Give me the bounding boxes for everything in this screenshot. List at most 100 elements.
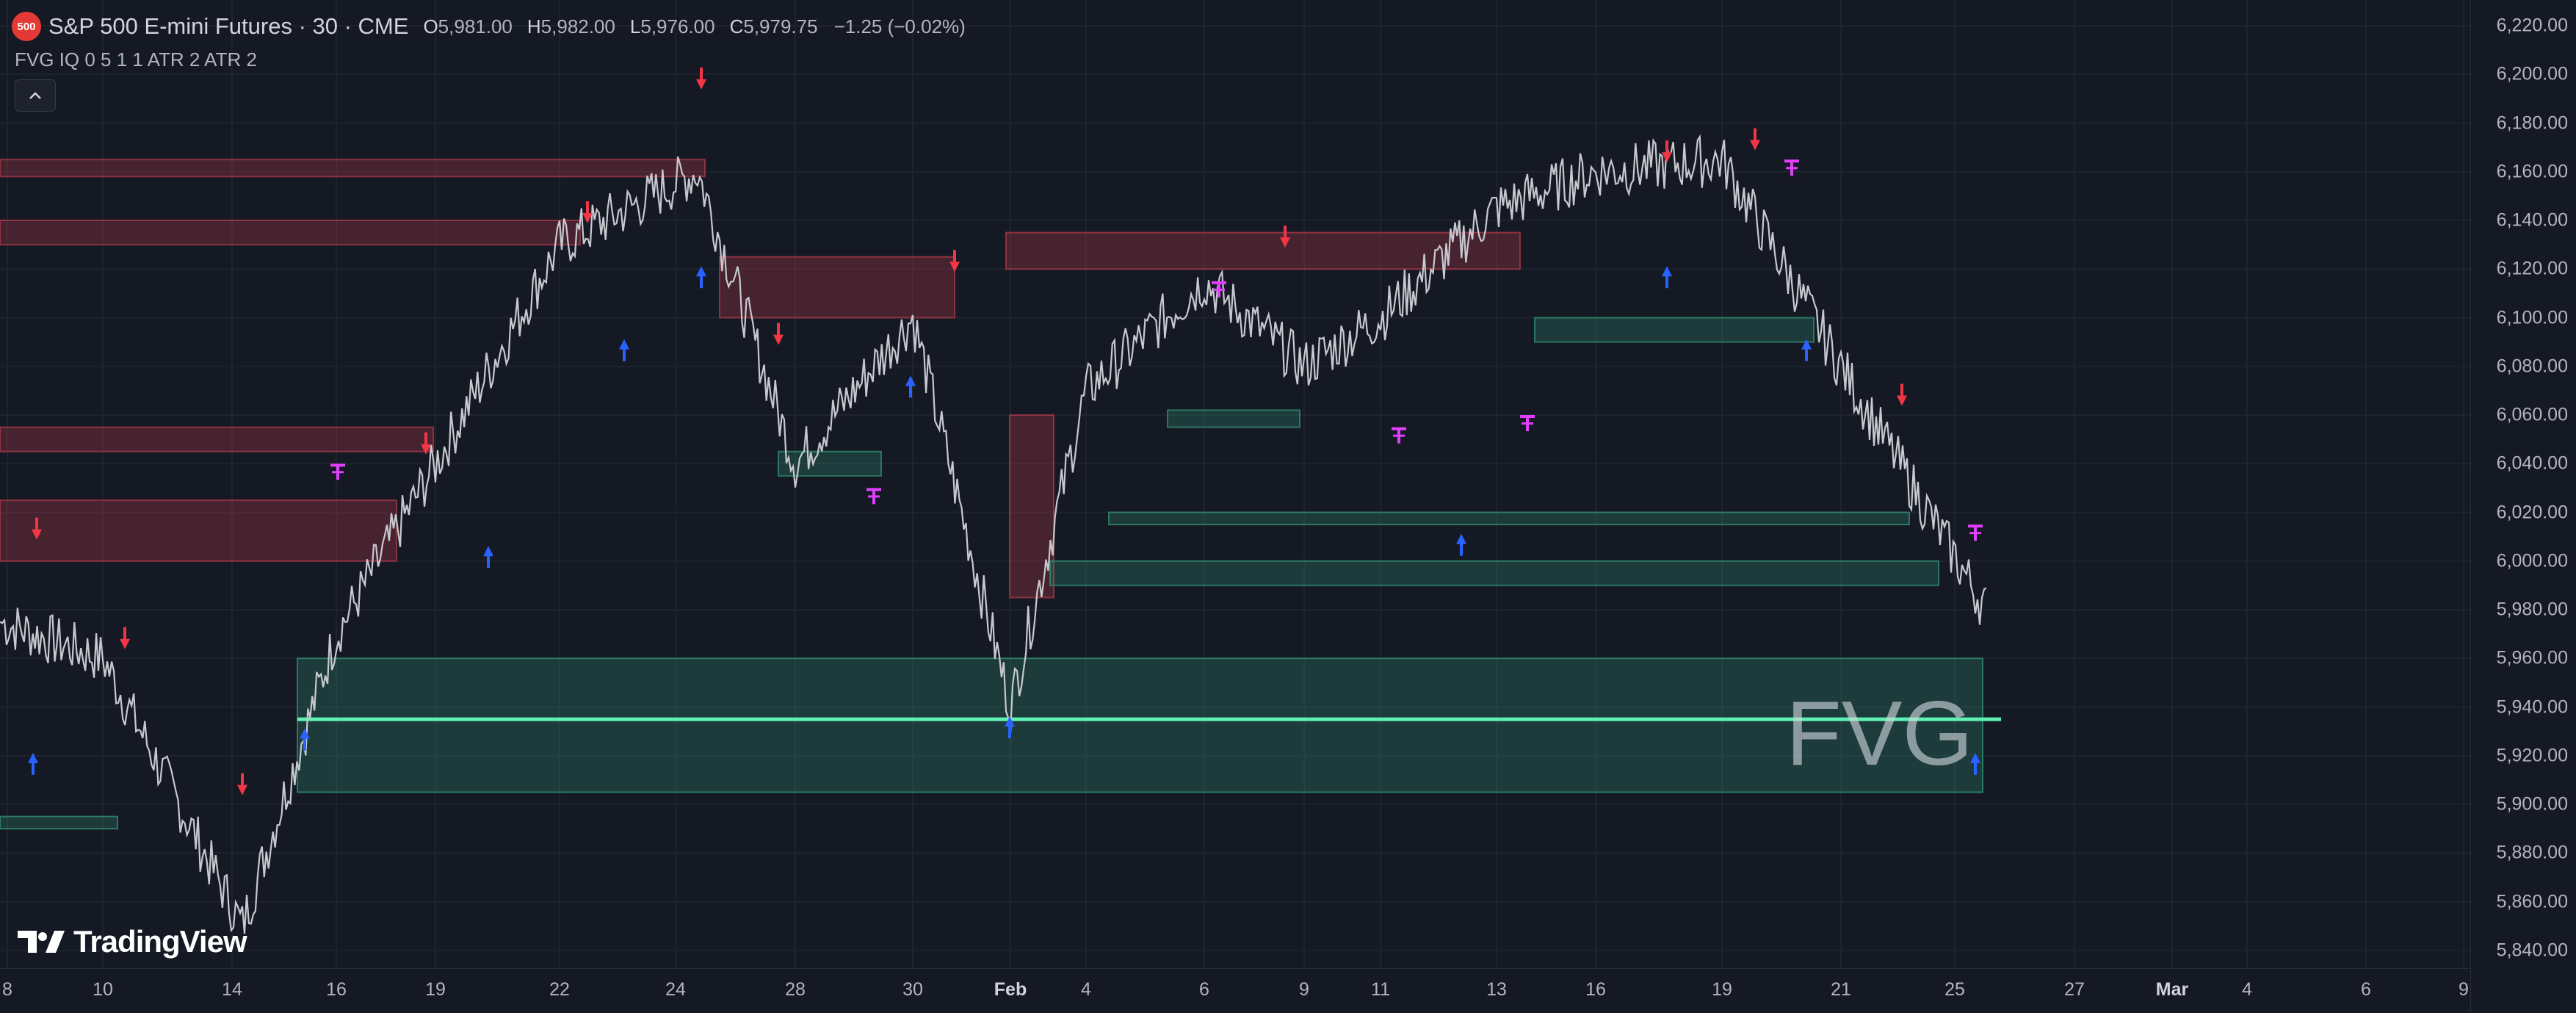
ohlc-high-label: H xyxy=(527,15,541,37)
time-tick-label: 10 xyxy=(93,979,113,1000)
collapse-legend-button[interactable] xyxy=(15,79,56,112)
brand-name: TradingView xyxy=(73,924,247,959)
ohlc-low-label: L xyxy=(629,15,641,37)
price-tick-label: 5,840.00 xyxy=(2496,940,2568,961)
fvg-watermark: FVG xyxy=(1786,683,1973,785)
tradingview-logo-icon xyxy=(18,931,65,953)
price-tick-label: 6,020.00 xyxy=(2496,502,2568,522)
time-tick-label: 9 xyxy=(2459,979,2469,1000)
price-tick-label: 5,900.00 xyxy=(2496,793,2568,815)
ohlc-high: H5,982.00 xyxy=(527,15,615,38)
fvg-marker-icon xyxy=(1784,159,1799,176)
price-tick-label: 5,960.00 xyxy=(2496,647,2568,668)
ohlc-close-label: C xyxy=(729,15,744,37)
bullish-fvg-zone xyxy=(1167,409,1300,428)
price-tick-label: 5,880.00 xyxy=(2496,842,2568,863)
symbol-title[interactable]: S&P 500 E-mini Futures · 30 · CME xyxy=(48,13,408,40)
time-tick-label: Feb xyxy=(994,979,1027,1000)
buy-signal-icon xyxy=(619,339,629,361)
fvg-marker-icon xyxy=(866,488,881,505)
fvg-marker-icon xyxy=(1968,524,1983,541)
buy-signal-icon xyxy=(483,546,493,569)
sell-signal-icon xyxy=(1750,128,1760,151)
time-tick-label: 22 xyxy=(549,979,570,1000)
sell-signal-icon xyxy=(773,322,784,345)
buy-signal-icon xyxy=(905,375,916,398)
time-tick-label: 9 xyxy=(1299,979,1309,1000)
time-tick-label: 19 xyxy=(1712,979,1732,1000)
price-tick-label: 6,100.00 xyxy=(2496,307,2568,328)
ohlc-open-value: 5,981.00 xyxy=(438,15,513,37)
chart-plot-area[interactable]: FVG xyxy=(0,0,2470,968)
time-tick-label: 14 xyxy=(222,979,242,1000)
time-tick-label: 4 xyxy=(2242,979,2252,1000)
grid xyxy=(0,0,2470,968)
ohlc-high-value: 5,982.00 xyxy=(540,15,615,37)
time-tick-label: 24 xyxy=(665,979,686,1000)
ohlc-open: O5,981.00 xyxy=(423,15,512,38)
time-tick-label: 11 xyxy=(1371,979,1390,1000)
price-tick-label: 6,140.00 xyxy=(2496,209,2568,231)
price-tick-label: 6,060.00 xyxy=(2496,404,2568,425)
tradingview-brand[interactable]: TradingView xyxy=(18,924,247,959)
fvg-marker-icon xyxy=(1392,427,1406,444)
fvg-marker-icon xyxy=(330,464,345,480)
time-axis[interactable]: 8 10 14 16 19 22 24 28 30 Feb 4 6 9 11 13 16 19 21 25 27 Mar… xyxy=(0,968,2470,1013)
price-tick-label: 6,000.00 xyxy=(2496,550,2568,572)
sell-signal-icon xyxy=(696,67,706,90)
bullish-fvg-zone xyxy=(1534,317,1815,343)
bearish-fvg-zone xyxy=(719,256,955,319)
ohlc-low: L5,976.00 xyxy=(630,15,715,38)
buy-signal-icon xyxy=(1456,533,1466,556)
sell-signal-icon xyxy=(1897,383,1907,406)
time-tick-label: 25 xyxy=(1944,979,1965,1000)
bearish-fvg-zone xyxy=(0,159,706,178)
bearish-fvg-zone xyxy=(0,426,434,453)
price-axis[interactable]: 6,220.00 6,200.00 6,180.00 6,160.00 6,140.00… xyxy=(2470,0,2576,1012)
price-tick-label: 6,220.00 xyxy=(2496,15,2568,36)
price-tick-label: 6,040.00 xyxy=(2496,453,2568,474)
time-tick-label: 6 xyxy=(1199,979,1209,1000)
bullish-fvg-zone xyxy=(0,815,118,830)
price-tick-label: 6,120.00 xyxy=(2496,258,2568,279)
sell-signal-icon xyxy=(237,773,247,796)
bearish-fvg-zone xyxy=(0,499,397,562)
time-tick-label: 16 xyxy=(1585,979,1606,1000)
price-change: −1.25 (−0.02%) xyxy=(833,15,966,37)
symbol-logo: 500 xyxy=(12,12,41,41)
price-tick-label: 5,920.00 xyxy=(2496,745,2568,766)
ohlc-close-value: 5,979.75 xyxy=(743,15,818,37)
time-tick-label: 30 xyxy=(902,979,923,1000)
time-tick-label: 13 xyxy=(1486,979,1507,1000)
bullish-fvg-zone xyxy=(297,657,1983,793)
chevron-up-icon xyxy=(29,92,41,99)
price-tick-label: 5,860.00 xyxy=(2496,891,2568,912)
price-tick-label: 5,940.00 xyxy=(2496,696,2568,717)
indicator-label[interactable]: FVG IQ 0 5 1 1 ATR 2 ATR 2 xyxy=(15,48,257,71)
bearish-fvg-zone xyxy=(0,220,581,246)
time-tick-label: 27 xyxy=(2064,979,2085,1000)
bearish-fvg-zone xyxy=(1009,414,1054,599)
ohlc-low-value: 5,976.00 xyxy=(640,15,715,37)
ohlc-close: C5,979.75 xyxy=(730,15,818,38)
price-tick-label: 6,080.00 xyxy=(2496,356,2568,377)
sell-signal-icon xyxy=(120,627,130,649)
price-tick-label: 5,980.00 xyxy=(2496,599,2568,620)
time-tick-label: 4 xyxy=(1081,979,1091,1000)
time-tick-label: 19 xyxy=(425,979,446,1000)
bullish-fvg-zone xyxy=(1049,560,1939,586)
time-tick-label: 16 xyxy=(326,979,347,1000)
price-chart[interactable] xyxy=(0,0,2470,968)
time-tick-label: 8 xyxy=(2,979,12,1000)
time-tick-label: Mar xyxy=(2155,979,2189,1000)
symbol-legend[interactable]: 500 S&P 500 E-mini Futures · 30 · CME O5… xyxy=(12,10,966,43)
bullish-fvg-zone xyxy=(1108,511,1910,526)
price-tick-label: 6,160.00 xyxy=(2496,161,2568,182)
time-tick-label: 6 xyxy=(2361,979,2371,1000)
price-tick-label: 6,180.00 xyxy=(2496,112,2568,133)
time-tick-label: 21 xyxy=(1831,979,1851,1000)
ohlc-open-label: O xyxy=(423,15,438,37)
fvg-marker-icon xyxy=(1520,415,1535,431)
price-tick-label: 6,200.00 xyxy=(2496,63,2568,84)
time-tick-label: 28 xyxy=(785,979,806,1000)
